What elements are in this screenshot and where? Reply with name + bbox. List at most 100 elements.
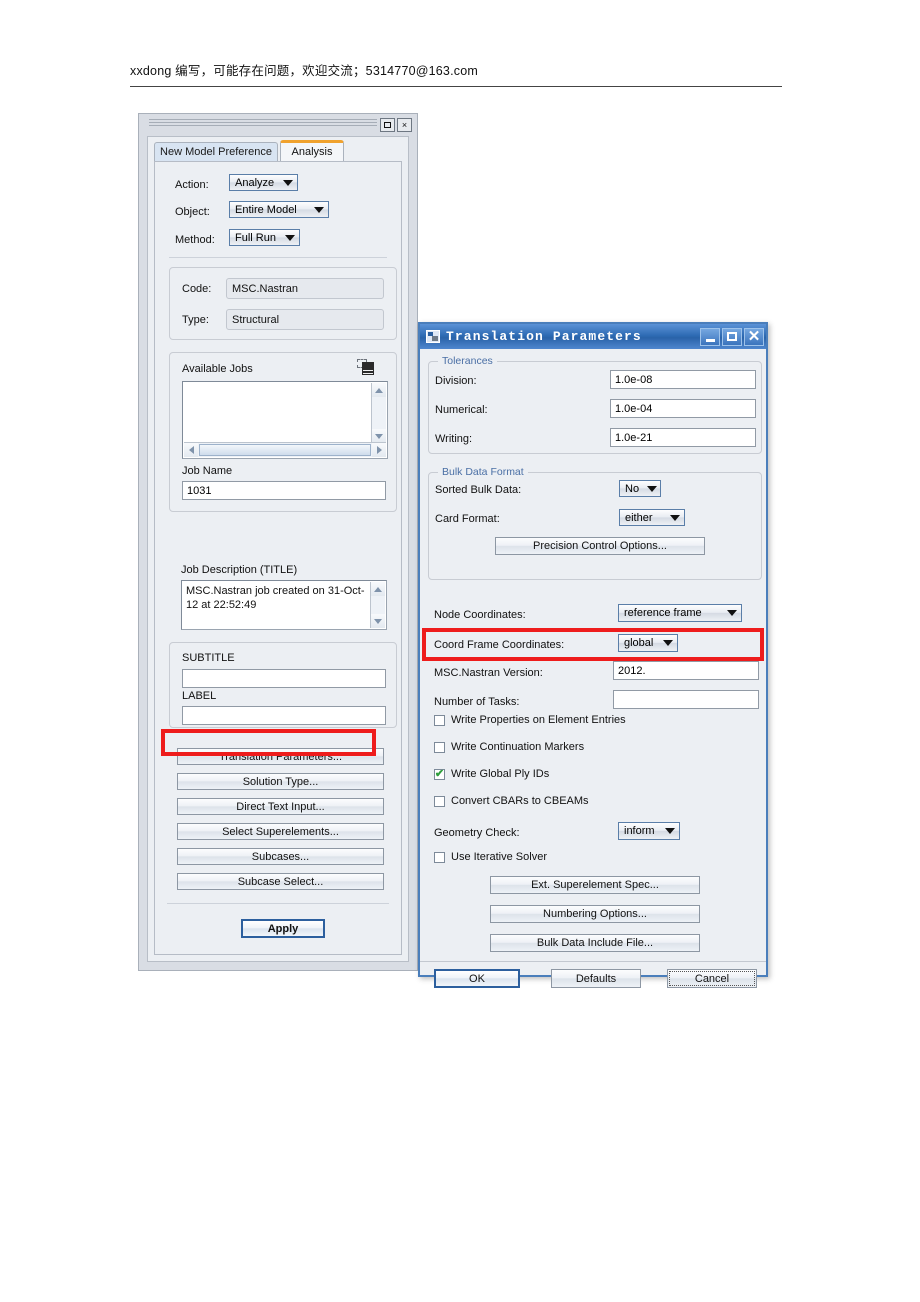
nastran-version-label: MSC.Nastran Version:	[434, 667, 543, 679]
select-superelements-button[interactable]: Select Superelements...	[177, 823, 384, 840]
scroll-up-icon[interactable]	[371, 582, 385, 596]
node-coordinates-combo[interactable]: reference frame	[618, 604, 742, 622]
available-jobs-label: Available Jobs	[182, 363, 253, 375]
subtitle-input[interactable]	[182, 669, 386, 688]
cancel-button[interactable]: Cancel	[667, 969, 757, 988]
job-description-value: MSC.Nastran job created on 31-Oct-12 at …	[186, 585, 365, 611]
writing-input[interactable]: 1.0e-21	[610, 428, 756, 447]
job-description-vscrollbar[interactable]	[370, 582, 385, 628]
precision-control-options-button[interactable]: Precision Control Options...	[495, 537, 705, 555]
chevron-down-icon	[663, 640, 673, 646]
header-divider	[130, 86, 782, 87]
bottom-divider	[167, 903, 389, 904]
numbering-options-button[interactable]: Numbering Options...	[490, 905, 700, 923]
scroll-up-icon[interactable]	[372, 383, 386, 397]
checkbox-icon[interactable]: ✔	[434, 768, 445, 780]
chevron-down-icon	[670, 514, 680, 521]
scroll-down-icon[interactable]	[372, 429, 386, 443]
numerical-value: 1.0e-04	[615, 402, 653, 415]
button-label: Numbering Options...	[543, 908, 647, 920]
maximize-icon[interactable]	[380, 118, 395, 132]
bulk-data-format-group-title: Bulk Data Format	[438, 466, 528, 478]
nastran-version-input[interactable]: 2012.	[613, 661, 759, 680]
checkbox-icon[interactable]	[434, 795, 445, 807]
geometry-check-value: inform	[624, 825, 655, 837]
analysis-window: × New Model Preference Analysis Action: …	[138, 113, 418, 971]
type-label: Type:	[182, 314, 209, 326]
dialog-titlebar[interactable]: Translation Parameters ✕	[420, 324, 766, 349]
subtitle-label-group: SUBTITLE LABEL	[169, 642, 397, 728]
checkbox-icon[interactable]	[434, 714, 445, 726]
number-of-tasks-input[interactable]	[613, 690, 759, 709]
dialog-title: Translation Parameters	[446, 329, 642, 344]
button-label: Ext. Superelement Spec...	[531, 879, 659, 891]
checkbox-use-iterative-solver[interactable]: Use Iterative Solver	[434, 851, 547, 863]
hscroll-thumb[interactable]	[199, 444, 371, 456]
card-format-combo[interactable]: either	[619, 509, 685, 526]
checkbox-label: Write Properties on Element Entries	[451, 714, 626, 726]
checkbox-icon[interactable]	[434, 741, 445, 753]
numerical-label: Numerical:	[435, 404, 488, 416]
method-combo[interactable]: Full Run	[229, 229, 300, 246]
job-copy-icon[interactable]	[357, 359, 374, 375]
button-label: Cancel	[694, 972, 730, 985]
subcase-select-button[interactable]: Subcase Select...	[177, 873, 384, 890]
job-name-input[interactable]: 1031	[182, 481, 386, 500]
geometry-check-label: Geometry Check:	[434, 827, 520, 839]
jobs-list-vscrollbar[interactable]	[371, 383, 386, 443]
coord-frame-combo[interactable]: global	[618, 634, 678, 652]
chevron-down-icon	[727, 610, 737, 616]
defaults-button[interactable]: Defaults	[551, 969, 641, 988]
apply-button[interactable]: Apply	[241, 919, 325, 938]
label-input[interactable]	[182, 706, 386, 725]
close-icon[interactable]: ×	[397, 118, 412, 132]
chevron-down-icon	[314, 206, 324, 213]
analysis-tab-panel: Action: Analyze Object: Entire Model Met…	[154, 161, 402, 955]
checkbox-convert-cbars-to-cbeams[interactable]: Convert CBARs to CBEAMs	[434, 795, 589, 807]
tab-analysis[interactable]: Analysis	[280, 140, 344, 161]
bulk-data-format-group: Bulk Data Format Sorted Bulk Data: No Ca…	[428, 466, 762, 580]
tolerances-group-title: Tolerances	[438, 355, 497, 367]
checkbox-write-properties[interactable]: Write Properties on Element Entries	[434, 714, 626, 726]
geometry-check-combo[interactable]: inform	[618, 822, 680, 840]
bulk-data-include-file-button[interactable]: Bulk Data Include File...	[490, 934, 700, 952]
checkbox-write-continuation-markers[interactable]: Write Continuation Markers	[434, 741, 584, 753]
sorted-bulk-data-combo[interactable]: No	[619, 480, 661, 497]
action-combo[interactable]: Analyze	[229, 174, 298, 191]
subcases-button[interactable]: Subcases...	[177, 848, 384, 865]
checkbox-icon[interactable]	[434, 851, 445, 863]
action-label: Action:	[175, 179, 209, 191]
action-combo-value: Analyze	[235, 176, 275, 189]
translation-parameters-button[interactable]: Translation Parameters...	[177, 748, 384, 765]
job-description-textarea[interactable]: MSC.Nastran job created on 31-Oct-12 at …	[181, 580, 387, 630]
available-jobs-list[interactable]	[182, 381, 388, 459]
object-label: Object:	[175, 206, 210, 218]
scroll-left-icon[interactable]	[184, 443, 198, 457]
jobs-group: Available Jobs Job Name 1031	[169, 352, 397, 512]
solution-type-button[interactable]: Solution Type...	[177, 773, 384, 790]
analysis-window-body: New Model Preference Analysis Action: An…	[147, 136, 409, 962]
close-icon[interactable]: ✕	[744, 327, 764, 346]
jobs-list-hscrollbar[interactable]	[184, 442, 386, 457]
minimize-icon[interactable]	[700, 327, 720, 346]
direct-text-input-button[interactable]: Direct Text Input...	[177, 798, 384, 815]
analysis-window-titlebar[interactable]: ×	[139, 114, 417, 134]
button-label: Bulk Data Include File...	[536, 937, 654, 949]
scroll-right-icon[interactable]	[372, 443, 386, 457]
sorted-bulk-data-value: No	[625, 482, 640, 495]
tab-new-model-preference[interactable]: New Model Preference	[154, 142, 278, 161]
checkbox-write-global-ply-ids[interactable]: ✔ Write Global Ply IDs	[434, 768, 549, 780]
ok-button[interactable]: OK	[434, 969, 520, 988]
object-combo[interactable]: Entire Model	[229, 201, 329, 218]
section-divider	[169, 257, 387, 258]
type-value-field: Structural	[226, 309, 384, 330]
scroll-down-icon[interactable]	[371, 614, 385, 628]
maximize-icon[interactable]	[722, 327, 742, 346]
tolerances-group: Tolerances Division: 1.0e-08 Numerical: …	[428, 355, 762, 454]
numerical-input[interactable]: 1.0e-04	[610, 399, 756, 418]
division-input[interactable]: 1.0e-08	[610, 370, 756, 389]
checkbox-label: Write Continuation Markers	[451, 741, 585, 753]
code-value: MSC.Nastran	[232, 282, 299, 295]
ext-superelement-spec-button[interactable]: Ext. Superelement Spec...	[490, 876, 700, 894]
job-description-label: Job Description (TITLE)	[181, 564, 298, 576]
